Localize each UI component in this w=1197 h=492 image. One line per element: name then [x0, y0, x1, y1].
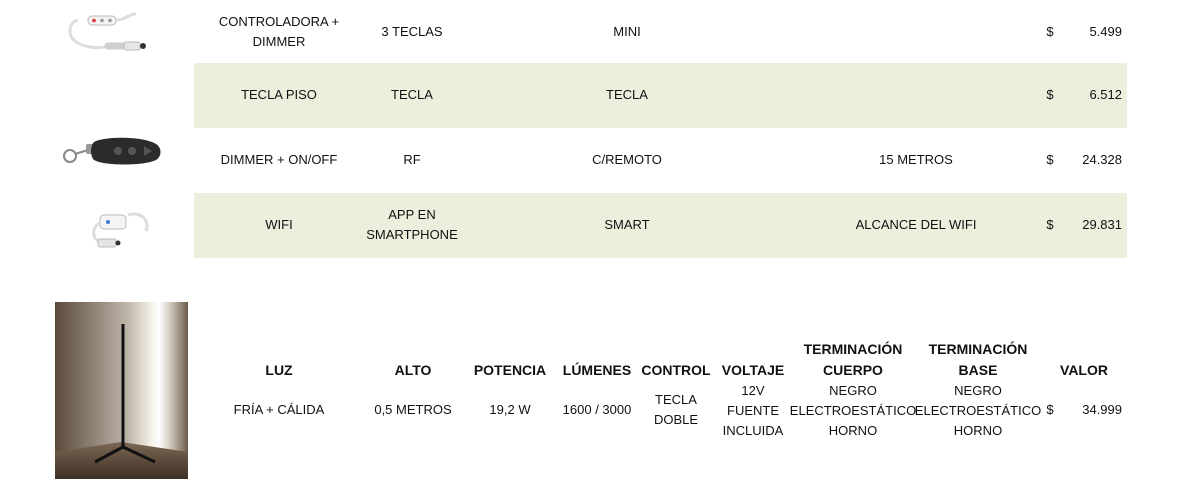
spec-header-potencia: POTENCIA: [473, 362, 547, 378]
option-type: APP EN SMARTPHONE: [366, 207, 458, 242]
spec-header-terminacion-base: TERMINACIÓN BASE: [928, 341, 1028, 378]
option-range: [826, 12, 1006, 52]
option-price: 24.328: [1082, 152, 1122, 167]
rf-remote-image: [60, 134, 164, 168]
option-row: DIMMER + ON/OFF RF C/REMOTO 15 METROS $ …: [0, 128, 1197, 193]
spec-header-valor: VALOR: [1060, 362, 1108, 378]
option-row: CONTROLADORA + DIMMER 3 TECLAS MINI $ 5.…: [0, 0, 1197, 65]
option-price: 6.512: [1089, 87, 1122, 102]
spec-potencia: 19,2 W: [489, 402, 531, 417]
option-row: WIFI APP EN SMARTPHONE SMART ALCANCE DEL…: [0, 193, 1197, 258]
option-name: WIFI: [265, 217, 293, 232]
option-mode: MINI: [613, 24, 641, 39]
currency-symbol: $: [1046, 217, 1054, 232]
spec-voltaje: 12V FUENTE INCLUIDA: [722, 383, 784, 438]
spec-alto: 0,5 METROS: [374, 402, 452, 417]
option-type: TECLA: [391, 87, 433, 102]
option-name: CONTROLADORA + DIMMER: [218, 14, 340, 49]
currency-symbol: $: [1046, 152, 1054, 167]
spec-lumenes: 1600 / 3000: [562, 402, 632, 417]
option-price: 5.499: [1089, 24, 1122, 39]
spec-header-alto: ALTO: [394, 362, 432, 378]
currency-symbol: $: [1046, 402, 1054, 417]
spec-luz: FRÍA + CÁLIDA: [233, 402, 325, 417]
spec-terminacion-cuerpo: NEGRO ELECTROESTÁTICO HORNO: [789, 383, 917, 438]
led-controller-image: [66, 6, 156, 61]
option-price: 29.831: [1082, 217, 1122, 232]
option-range: ALCANCE DEL WIFI: [855, 217, 977, 232]
spec-header-control: CONTROL: [641, 362, 711, 378]
currency-symbol: $: [1046, 24, 1054, 39]
spec-header-luz: LUZ: [265, 362, 293, 378]
option-mode: SMART: [604, 217, 650, 232]
option-row: TECLA PISO TECLA TECLA $ 6.512: [0, 63, 1197, 128]
currency-symbol: $: [1046, 87, 1054, 102]
option-range: 15 METROS: [879, 152, 953, 167]
lamp-photo: [55, 302, 188, 479]
spec-header-terminacion-cuerpo: TERMINACIÓN CUERPO: [803, 341, 903, 378]
wifi-controller-image: [88, 201, 154, 253]
spec-header-lumenes: LÚMENES: [562, 362, 632, 378]
option-range: [826, 75, 1006, 115]
spec-valor: 34.999: [1082, 402, 1122, 417]
spec-terminacion-base: NEGRO ELECTROESTÁTICO HORNO: [914, 383, 1042, 438]
option-name: DIMMER + ON/OFF: [220, 152, 338, 167]
option-type: 3 TECLAS: [381, 24, 443, 39]
option-type: RF: [403, 152, 421, 167]
spec-header-voltaje: VOLTAJE: [721, 362, 785, 378]
option-mode: TECLA: [606, 87, 648, 102]
option-mode: C/REMOTO: [592, 152, 662, 167]
spec-control: TECLA DOBLE: [653, 392, 699, 427]
option-name: TECLA PISO: [241, 87, 317, 102]
